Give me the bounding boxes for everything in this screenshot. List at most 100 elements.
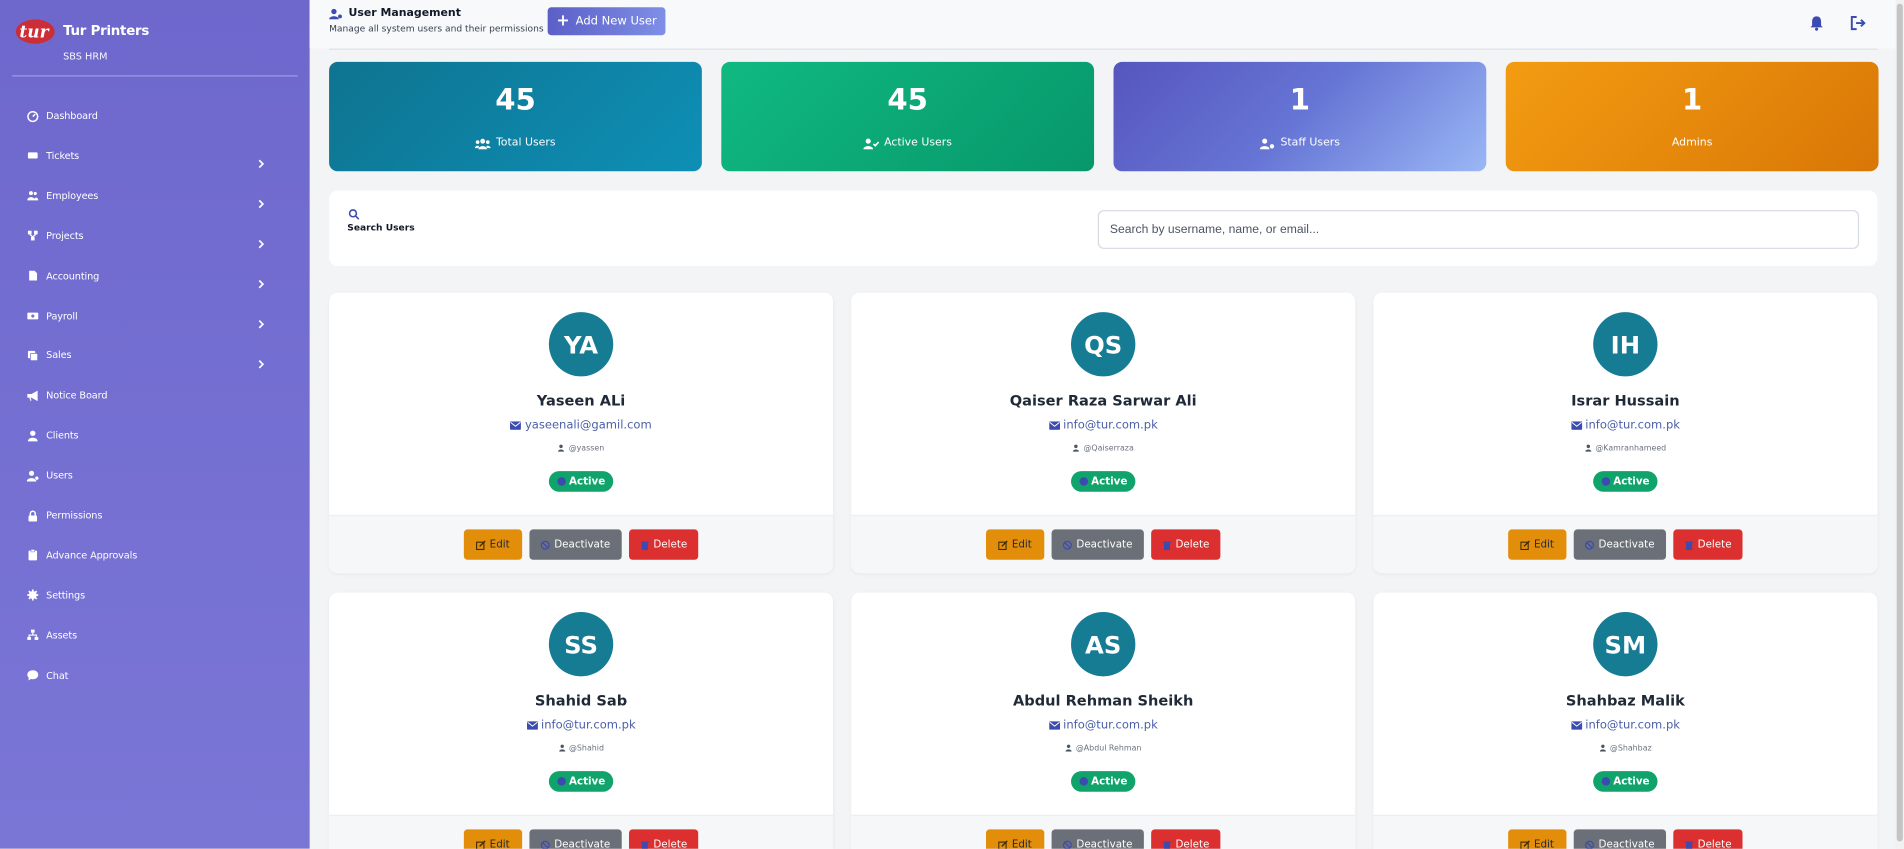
check-circle-icon <box>556 777 566 786</box>
edit-button[interactable]: Edit <box>986 829 1045 849</box>
sidebar-item-label: Tickets <box>46 150 80 162</box>
chevron-right-icon[interactable] <box>256 191 266 209</box>
project-icon <box>27 230 39 242</box>
user-name: Israr Hussain <box>1571 392 1680 410</box>
sidebar-item-users[interactable]: Users <box>0 455 310 495</box>
deactivate-button[interactable]: Deactivate <box>1051 829 1144 849</box>
user-username: @Kamranhameed <box>1595 443 1667 453</box>
stat-value: 45 <box>495 82 536 117</box>
chevron-right-icon[interactable] <box>256 351 266 369</box>
delete-button[interactable]: Delete <box>1151 829 1221 849</box>
stat-total-users: 45 Total Users <box>329 61 702 172</box>
chevron-right-icon[interactable] <box>256 311 266 329</box>
megaphone-icon <box>27 390 39 402</box>
sidebar-item-sales[interactable]: Sales <box>0 336 310 376</box>
ban-icon <box>1585 540 1595 550</box>
sidebar-item-accounting[interactable]: Accounting <box>0 256 310 296</box>
edit-button[interactable]: Edit <box>463 829 523 849</box>
user-name: Shahbaz Malik <box>1565 692 1685 710</box>
edit-button[interactable]: Edit <box>1508 829 1567 849</box>
sidebar-item-label: Chat <box>46 669 69 681</box>
user-card: AS Abdul Rehman Sheikh info@tur.com.pk @Abd… <box>851 592 1356 849</box>
brand-subtitle: SBS HRM <box>63 51 108 62</box>
delete-label: Delete <box>1697 538 1732 551</box>
status-badge: Active <box>1071 471 1136 492</box>
sidebar-item-label: Assets <box>46 629 78 641</box>
stat-label: Staff Users <box>1280 137 1340 150</box>
header-divider <box>329 48 1878 50</box>
deactivate-button[interactable]: Deactivate <box>529 529 622 560</box>
stat-label: Active Users <box>884 137 952 150</box>
brand[interactable]: tur Tur Printers SBS HRM <box>0 0 310 75</box>
delete-button[interactable]: Delete <box>1151 529 1221 560</box>
search-input[interactable] <box>1097 210 1860 249</box>
sidebar-item-employees[interactable]: Employees <box>0 176 310 216</box>
scrollbar-thumb[interactable] <box>1896 3 1903 842</box>
lock-icon <box>27 509 39 521</box>
stat-label: Total Users <box>495 137 556 150</box>
delete-label: Delete <box>1175 838 1210 849</box>
envelope-icon <box>526 721 538 730</box>
delete-button[interactable]: Delete <box>1673 529 1743 560</box>
users-icon <box>27 190 39 202</box>
sidebar-item-assets[interactable]: Assets <box>0 615 310 655</box>
search-panel: Search Users <box>329 190 1878 266</box>
sidebar-item-chat[interactable]: Chat <box>0 655 310 695</box>
edit-button[interactable]: Edit <box>1508 529 1567 560</box>
edit-button[interactable]: Edit <box>463 529 523 560</box>
user-icon <box>1599 744 1606 752</box>
user-username: @Qaiserraza <box>1083 443 1134 453</box>
sidebar-item-projects[interactable]: Projects <box>0 216 310 256</box>
sidebar-item-tickets[interactable]: Tickets <box>0 136 310 176</box>
deactivate-label: Deactivate <box>554 538 611 551</box>
user-cog-icon <box>329 8 342 20</box>
delete-label: Delete <box>653 538 688 551</box>
sidebar-item-clients[interactable]: Clients <box>0 416 310 456</box>
user-email: info@tur.com.pk <box>1063 418 1158 433</box>
ban-icon <box>541 840 551 849</box>
user-card: IH Israr Hussain info@tur.com.pk @Kamranham… <box>1373 292 1878 574</box>
tur-logo: tur <box>15 19 55 44</box>
delete-button[interactable]: Delete <box>1673 829 1743 849</box>
add-new-user-button[interactable]: + Add New User <box>547 7 666 36</box>
card-actions: Edit Deactivate Delete <box>329 514 834 574</box>
sidebar-item-label: Dashboard <box>46 110 98 122</box>
card-actions: Edit Deactivate Delete <box>1373 814 1878 849</box>
stat-value: 45 <box>887 82 928 117</box>
delete-button[interactable]: Delete <box>629 829 699 849</box>
chevron-right-icon[interactable] <box>256 271 266 289</box>
deactivate-label: Deactivate <box>1598 538 1655 551</box>
sidebar-item-dashboard[interactable]: Dashboard <box>0 96 310 136</box>
edit-button[interactable]: Edit <box>986 529 1045 560</box>
logout-icon[interactable] <box>1849 15 1866 32</box>
user-tie-icon <box>1260 138 1275 149</box>
user-card: QS Qaiser Raza Sarwar Ali info@tur.com.pk @… <box>851 292 1356 574</box>
deactivate-button[interactable]: Deactivate <box>1051 529 1144 560</box>
edit-icon <box>1520 539 1531 550</box>
card-actions: Edit Deactivate Delete <box>1373 514 1878 574</box>
bell-icon[interactable] <box>1808 15 1825 32</box>
status-label: Active <box>568 775 606 788</box>
status-badge: Active <box>548 771 614 792</box>
sidebar-item-payroll[interactable]: Payroll <box>0 296 310 336</box>
sidebar-item-advance-approvals[interactable]: Advance Approvals <box>0 535 310 575</box>
money-icon <box>27 310 39 322</box>
plus-icon: + <box>556 12 570 31</box>
deactivate-button[interactable]: Deactivate <box>1573 829 1667 849</box>
stat-staff-users: 1 Staff Users <box>1113 61 1487 172</box>
deactivate-button[interactable]: Deactivate <box>1573 529 1667 560</box>
ban-icon <box>541 540 551 550</box>
chevron-right-icon[interactable] <box>256 151 266 169</box>
stat-label: Admins <box>1671 137 1713 150</box>
user-icon <box>27 429 39 442</box>
stat-value: 1 <box>1681 82 1703 117</box>
sidebar-item-notice-board[interactable]: Notice Board <box>0 376 310 416</box>
sidebar-item-settings[interactable]: Settings <box>0 575 310 615</box>
user-email: yaseenali@gamil.com <box>524 418 652 433</box>
deactivate-button[interactable]: Deactivate <box>529 829 622 849</box>
delete-button[interactable]: Delete <box>629 529 699 560</box>
delete-label: Delete <box>653 838 688 849</box>
chevron-right-icon[interactable] <box>256 231 266 249</box>
sidebar-item-label: Employees <box>46 190 99 202</box>
sidebar-item-permissions[interactable]: Permissions <box>0 495 310 535</box>
